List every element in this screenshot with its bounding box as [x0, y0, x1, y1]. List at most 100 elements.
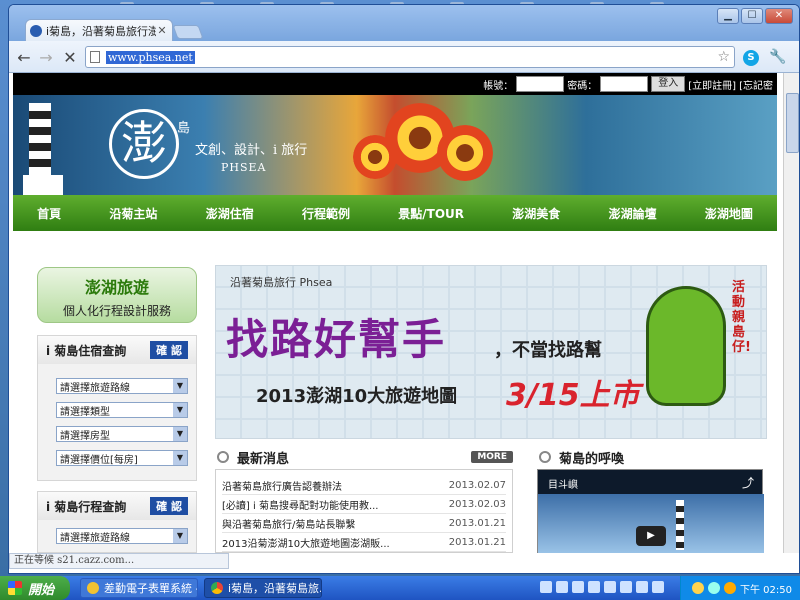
promo-subline: 2013澎湖10大旅遊地圖	[256, 386, 458, 407]
tray-icon[interactable]	[572, 581, 584, 593]
menu-item-food[interactable]: 澎湖美食	[512, 205, 560, 222]
taskbar-item-active[interactable]: i菊島，沿著菊島旅...	[204, 578, 322, 598]
dropdown-arrow-icon[interactable]: ▼	[173, 379, 187, 393]
browser-window: i菊島，沿著菊島旅行澎湖 ✕ ▁ ☐ ✕ ← → ✕ www.phsea.net…	[8, 4, 800, 574]
travel-category-banner[interactable]: 澎湖旅遊 個人化行程設計服務	[37, 267, 197, 323]
news-item[interactable]: 沿著菊島旅行廣告認養辦法 2013.02.07	[222, 476, 506, 495]
news-item-title[interactable]: 2013沿菊澎湖10大旅遊地圖澎湖販...	[222, 535, 390, 550]
lodging-search-panel: i 菊島住宿查詢 確 認 請選擇旅遊路線 ▼ 請選擇類型 ▼ 請選擇房型 ▼ 請選擇價…	[37, 335, 197, 481]
tray-icon[interactable]	[636, 581, 648, 593]
trip-confirm-button[interactable]: 確 認	[150, 497, 188, 515]
news-item-title[interactable]: 與沿著菊島旅行/菊島站長聯繫	[222, 516, 355, 531]
site-favicon-icon	[30, 24, 42, 37]
register-link[interactable]: [立即註冊]	[688, 77, 736, 92]
news-item-title[interactable]: [必讀] i 菊島搜尋配對功能使用教...	[222, 497, 378, 512]
news-list: 沿著菊島旅行廣告認養辦法 2013.02.07 [必讀] i 菊島搜尋配對功能使用…	[215, 469, 513, 553]
lodging-panel-header: i 菊島住宿查詢 確 認	[38, 336, 196, 364]
clock[interactable]: 下午 02:50	[740, 581, 792, 596]
tab-strip: i菊島，沿著菊島旅行澎湖 ✕ ▁ ☐ ✕	[9, 5, 799, 41]
browser-tab[interactable]: i菊島，沿著菊島旅行澎湖 ✕	[25, 19, 173, 41]
dropdown-arrow-icon[interactable]: ▼	[173, 529, 187, 543]
banner-brand: PHSEA	[221, 161, 267, 174]
trip-route-select-value: 請選擇旅遊路線	[60, 532, 130, 544]
trip-route-select[interactable]: 請選擇旅遊路線 ▼	[56, 528, 188, 544]
video-player[interactable]: 目斗嶼 ⤴ ▶	[537, 469, 764, 553]
play-icon[interactable]: ▶	[636, 526, 666, 546]
volume-icon[interactable]	[692, 582, 704, 594]
news-item[interactable]: 2013沿菊澎湖10大旅遊地圖澎湖販... 2013.01.21	[222, 533, 506, 552]
room-select[interactable]: 請選擇房型 ▼	[56, 426, 188, 442]
news-item-date: 2013.02.03	[448, 498, 506, 510]
mascot-image	[646, 286, 726, 406]
menu-item-itinerary[interactable]: 行程範例	[302, 205, 350, 222]
account-input[interactable]	[516, 76, 565, 92]
menu-item-map[interactable]: 澎湖地圖	[705, 205, 753, 222]
promo-side-text: 活動親島仔!	[732, 280, 751, 355]
news-item-title[interactable]: 沿著菊島旅行廣告認養辦法	[222, 478, 342, 493]
promo-headline-tail: ，不當找路幫	[494, 340, 602, 361]
news-item-date: 2013.01.21	[448, 536, 506, 548]
news-more-button[interactable]: MORE	[471, 451, 513, 463]
lodging-confirm-button[interactable]: 確 認	[150, 341, 188, 359]
skype-icon[interactable]: S	[743, 50, 759, 66]
banner-slogan: 文創、設計、i 旅行	[195, 143, 308, 158]
address-bar[interactable]: www.phsea.net ☆	[85, 46, 735, 68]
site-logo[interactable]: 澎	[109, 109, 179, 179]
login-button[interactable]: 登入	[651, 76, 686, 92]
url-text[interactable]: www.phsea.net	[106, 50, 195, 64]
tray-icon[interactable]	[540, 581, 552, 593]
maximize-button[interactable]: ☐	[741, 8, 763, 24]
new-tab-button[interactable]	[172, 25, 204, 39]
tray-icon[interactable]	[652, 581, 664, 593]
back-icon[interactable]: ←	[15, 48, 33, 67]
promo-banner[interactable]: 沿著菊島旅行 Phsea 找路好幫手 ，不當找路幫 2013澎湖10大旅遊地圖 …	[215, 265, 767, 439]
menu-item-main[interactable]: 沿菊主站	[109, 205, 157, 222]
dropdown-arrow-icon[interactable]: ▼	[173, 451, 187, 465]
account-label: 帳號：	[483, 80, 514, 92]
chrome-icon	[211, 582, 223, 594]
lighthouse-base	[23, 175, 63, 195]
tray-icon[interactable]	[620, 581, 632, 593]
minimize-button[interactable]: ▁	[717, 8, 739, 24]
forgot-link[interactable]: [忘記密	[739, 77, 773, 92]
menu-item-forum[interactable]: 澎湖論壇	[609, 205, 657, 222]
tray-icon[interactable]	[556, 581, 568, 593]
promo-date: 3/15上市	[506, 378, 640, 413]
start-button[interactable]: 開始	[0, 576, 70, 600]
tray-icon[interactable]	[604, 581, 616, 593]
tray-icon[interactable]	[588, 581, 600, 593]
taskbar-item[interactable]: 差勤電子表單系統 - ...	[80, 578, 198, 598]
bookmark-star-icon[interactable]: ☆	[717, 49, 730, 65]
price-select[interactable]: 請選擇價位[每房] ▼	[56, 450, 188, 466]
promo-brand: 沿著菊島旅行 Phsea	[230, 276, 333, 289]
menu-item-lodging[interactable]: 澎湖住宿	[206, 205, 254, 222]
menu-item-home[interactable]: 首頁	[37, 205, 61, 222]
news-item[interactable]: 與沿著菊島旅行/菊島站長聯繫 2013.01.21	[222, 514, 506, 533]
menu-item-tour[interactable]: 景點/TOUR	[398, 205, 464, 222]
news-item-date: 2013.02.07	[448, 479, 506, 491]
start-label: 開始	[28, 582, 55, 598]
password-input[interactable]	[600, 76, 649, 92]
route-select[interactable]: 請選擇旅遊路線 ▼	[56, 378, 188, 394]
stop-icon[interactable]: ✕	[61, 48, 79, 67]
room-select-value: 請選擇房型	[60, 430, 110, 442]
network-icon[interactable]	[708, 582, 720, 594]
news-title: 最新消息	[237, 451, 290, 467]
dropdown-arrow-icon[interactable]: ▼	[173, 403, 187, 417]
security-icon[interactable]	[724, 582, 736, 594]
tab-close-icon[interactable]: ✕	[156, 24, 168, 37]
forward-icon[interactable]: →	[37, 48, 55, 67]
main-content: 澎湖旅遊 個人化行程設計服務 i 菊島住宿查詢 確 認 請選擇旅遊路線 ▼ 請選擇…	[27, 251, 775, 553]
vertical-scrollbar[interactable]	[783, 73, 799, 553]
share-icon[interactable]: ⤴	[742, 474, 754, 491]
news-item[interactable]: [必讀] i 菊島搜尋配對功能使用教... 2013.02.03	[222, 495, 506, 514]
page-viewport: 帳號： 密碼： 登入 [立即註冊] [忘記密 澎 島 文創、設計、i 旅行 PH…	[9, 73, 799, 553]
type-select[interactable]: 請選擇類型 ▼	[56, 402, 188, 418]
dropdown-arrow-icon[interactable]: ▼	[173, 427, 187, 441]
close-window-button[interactable]: ✕	[765, 8, 793, 24]
scrollbar-thumb[interactable]	[786, 93, 799, 153]
page-icon	[90, 51, 100, 63]
system-tray: 下午 02:50	[680, 576, 800, 600]
type-select-value: 請選擇類型	[60, 406, 110, 418]
wrench-menu-icon[interactable]: 🔧	[769, 49, 786, 65]
